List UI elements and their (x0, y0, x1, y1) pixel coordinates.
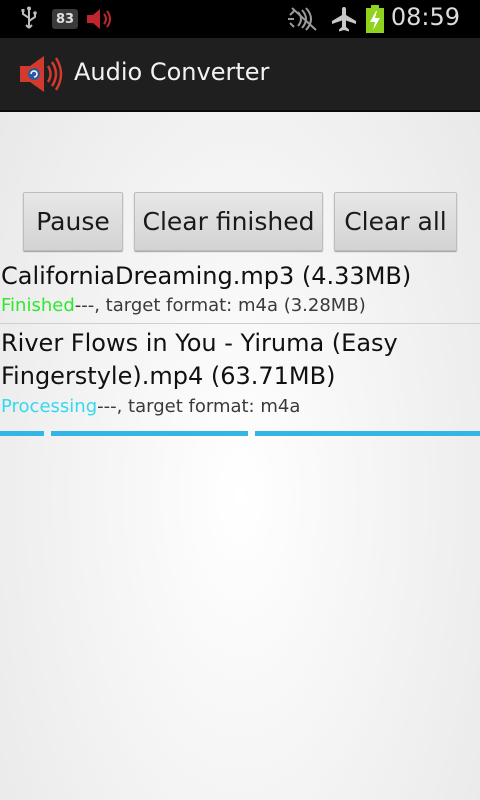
status-bar: 83 08:59 (0, 0, 480, 38)
job-filename: CaliforniaDreaming.mp3 (4.33MB) (1, 262, 412, 290)
job-filename-line1: River Flows in You - Yiruma (Easy (1, 329, 398, 357)
job-status-line: Finished---, target format: m4a (3.28MB) (0, 295, 480, 316)
battery-level-badge: 83 (52, 9, 78, 29)
job-status: Processing (1, 396, 98, 417)
volume-muted-icon (86, 0, 116, 38)
progress-bar (0, 431, 480, 436)
app-title: Audio Converter (74, 58, 270, 86)
job-filename-line2: Fingerstyle).mp4 (63.71MB) (1, 362, 336, 390)
list-item[interactable]: CaliforniaDreaming.mp3 (4.33MB) Finished… (0, 260, 480, 316)
no-signal-icon (286, 0, 322, 38)
job-status-line: Processing---, target format: m4a (0, 396, 480, 417)
clear-finished-button[interactable]: Clear finished (134, 192, 323, 251)
job-status: Finished (1, 295, 75, 316)
action-bar: Audio Converter (0, 38, 480, 112)
progress-segment (51, 431, 248, 436)
progress-segment (255, 431, 480, 436)
airplane-icon (330, 0, 358, 38)
list-divider (0, 323, 480, 324)
pause-button[interactable]: Pause (23, 192, 123, 251)
usb-icon (18, 0, 40, 38)
clear-all-button[interactable]: Clear all (334, 192, 457, 251)
job-detail: ---, target format: m4a (97, 396, 301, 417)
battery-charging-icon (364, 0, 386, 38)
speaker-app-icon (18, 54, 66, 98)
job-detail: ---, target format: m4a (3.28MB) (74, 295, 366, 316)
progress-segment (0, 431, 44, 436)
status-clock: 08:59 (390, 3, 460, 31)
list-item[interactable]: River Flows in You - Yiruma (Easy Finger… (0, 327, 480, 417)
